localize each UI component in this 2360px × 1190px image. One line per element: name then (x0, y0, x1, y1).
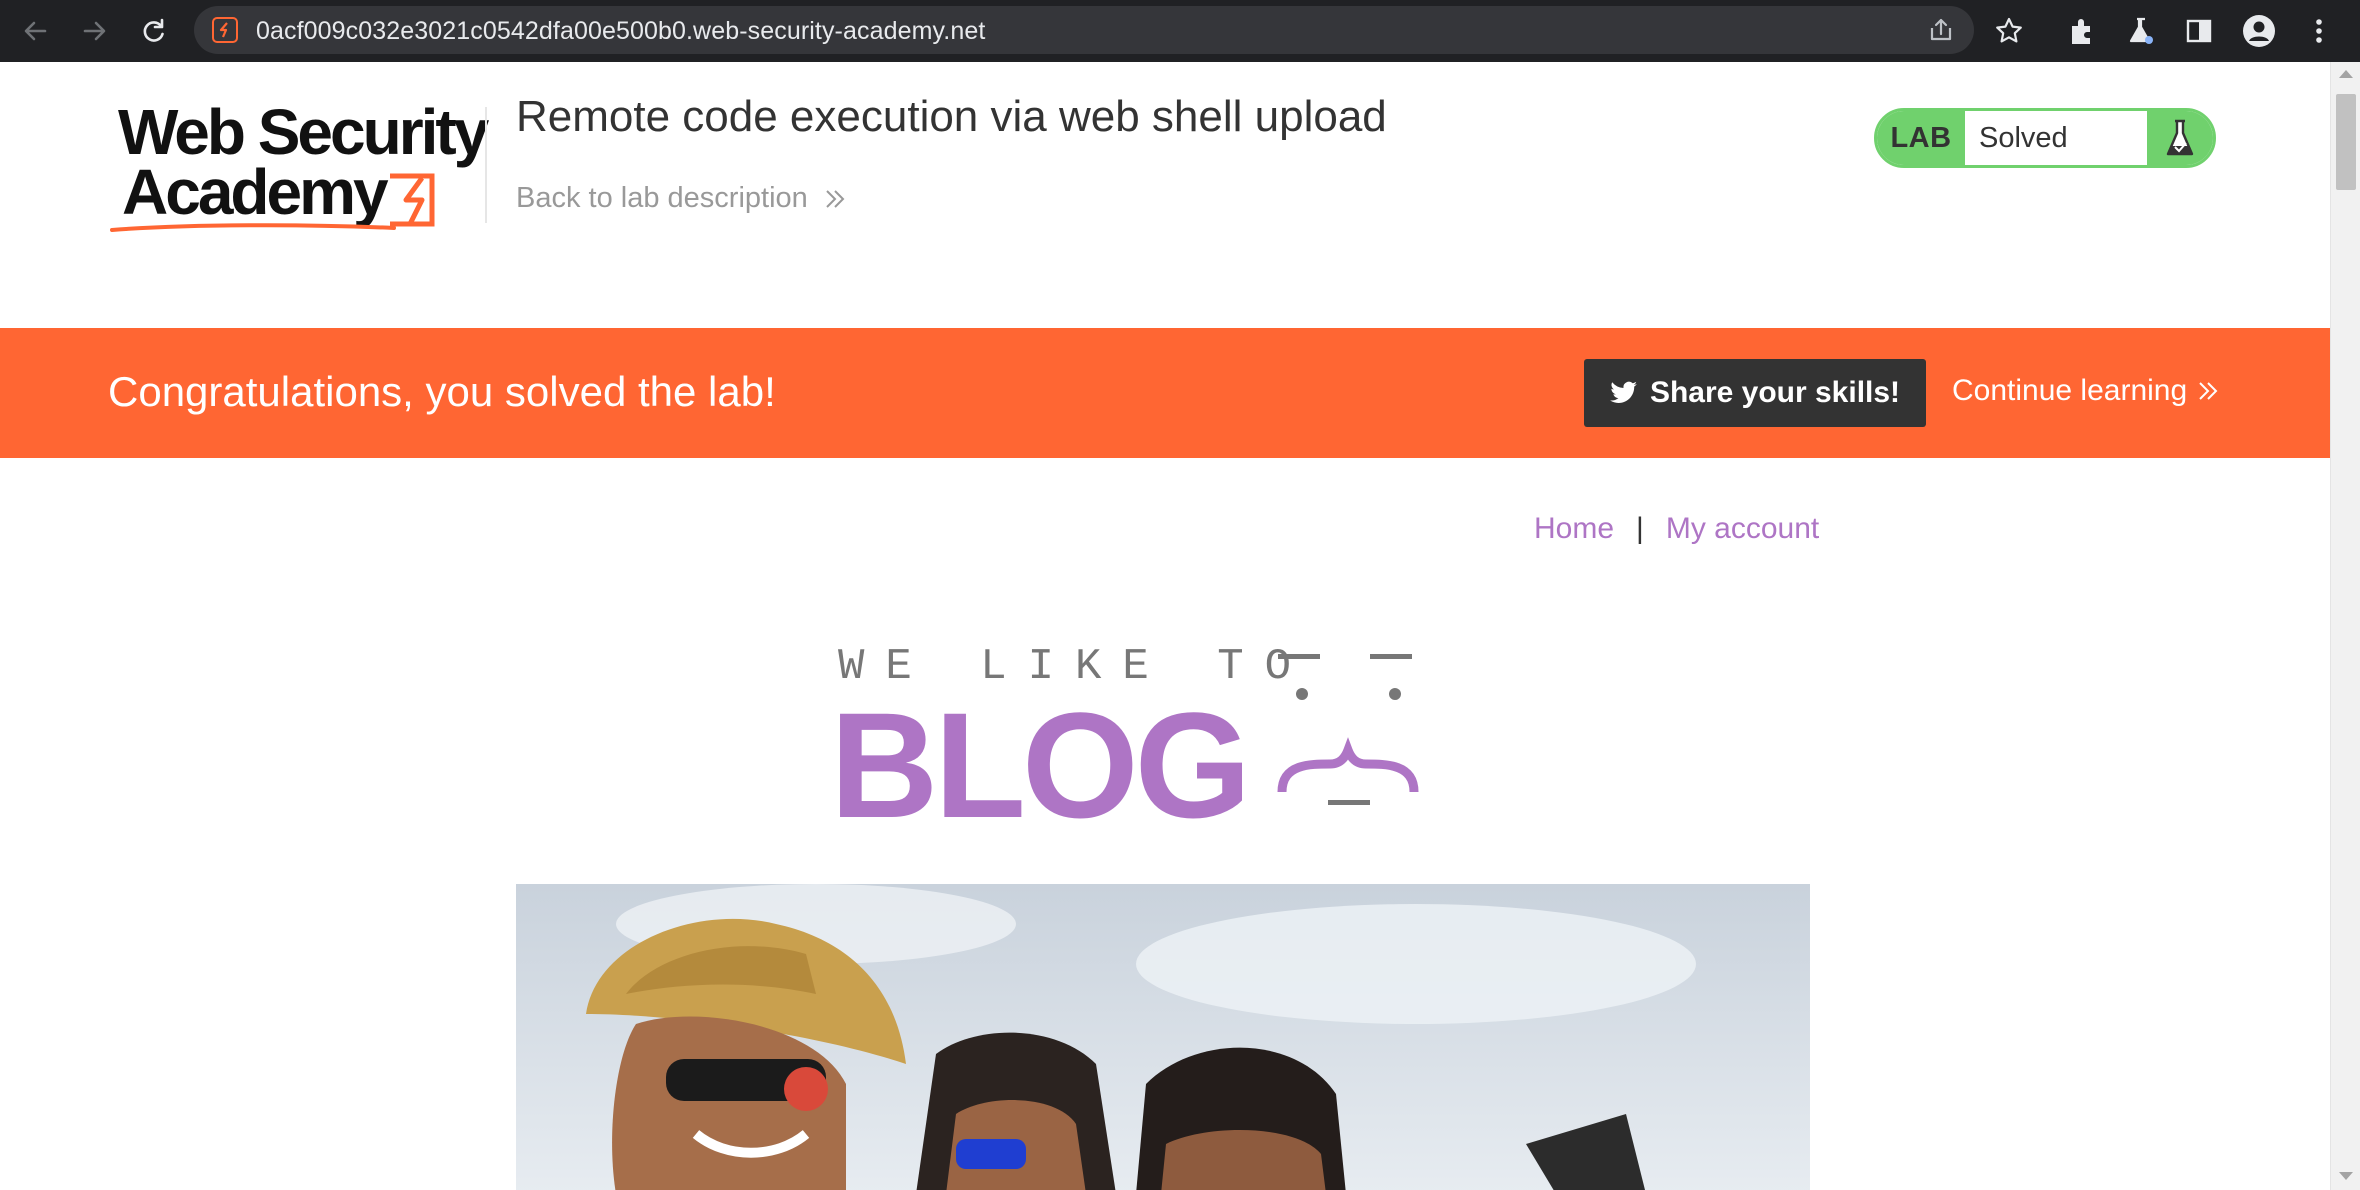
continue-learning-label: Continue learning (1952, 374, 2188, 407)
blog-logo-word: BLOG (830, 681, 1251, 849)
logo-swoosh-icon (110, 223, 396, 232)
lab-tag: LAB (1877, 111, 1965, 165)
extensions-puzzle-icon[interactable] (2062, 10, 2104, 52)
logo-text-line1: Web Security (118, 96, 489, 168)
back-to-lab-description-link[interactable]: Back to lab description (516, 182, 848, 215)
address-bar[interactable]: 0acf009c032e3021c0542dfa00e500b0.web-sec… (194, 6, 1974, 54)
blog-logo: WE LIKE TO BLOG (830, 642, 1510, 902)
double-chevron-right-icon (2199, 382, 2218, 400)
lab-solved-banner: Congratulations, you solved the lab! Sha… (0, 328, 2330, 458)
blog-logo-face-icon (1277, 654, 1419, 805)
scrollbar-thumb[interactable] (2336, 94, 2356, 190)
bookmark-star-icon[interactable] (1988, 10, 2030, 52)
hero-photo-illustration (516, 884, 1810, 1190)
share-button-label: Share your skills! (1649, 376, 1901, 409)
side-panel-icon[interactable] (2178, 10, 2220, 52)
twitter-icon (1609, 381, 1637, 403)
blog-post-hero-image[interactable] (516, 884, 1810, 1190)
continue-learning-link[interactable]: Continue learning (1952, 374, 2221, 408)
share-icon[interactable] (1926, 15, 1956, 45)
double-chevron-right-icon (826, 189, 845, 208)
lab-status-value: Solved (1979, 121, 2068, 154)
browser-toolbar: 0acf009c032e3021c0542dfa00e500b0.web-sec… (0, 0, 2360, 62)
blog-navigation: Home | My account (1534, 512, 1819, 546)
nav-separator: | (1636, 512, 1644, 545)
page-scrollbar[interactable] (2330, 62, 2360, 1190)
url-text[interactable]: 0acf009c032e3021c0542dfa00e500b0.web-sec… (256, 17, 985, 46)
menu-kebab-icon[interactable] (2298, 10, 2340, 52)
reload-icon[interactable] (132, 10, 174, 52)
congratulations-message: Congratulations, you solved the lab! (108, 368, 776, 415)
forward-arrow-icon[interactable] (74, 10, 116, 52)
page-viewport: Web Security Academy Remote code executi… (0, 62, 2330, 1190)
profile-avatar-icon[interactable] (2238, 10, 2280, 52)
back-arrow-icon[interactable] (14, 10, 56, 52)
lab-title: Remote code execution via web shell uplo… (516, 92, 1387, 141)
header-divider (485, 107, 487, 223)
flask-icon (2147, 111, 2213, 165)
labs-flask-icon[interactable] (2120, 10, 2162, 52)
nav-my-account-link[interactable]: My account (1666, 512, 1819, 546)
site-favicon-icon (212, 17, 238, 43)
lab-status-widget: LAB Solved (1874, 108, 2216, 168)
nav-home-link[interactable]: Home (1534, 512, 1614, 546)
logo-text-line2: Academy (122, 156, 389, 228)
web-security-academy-logo[interactable]: Web Security Academy (108, 96, 489, 240)
scroll-up-arrow-icon[interactable] (2339, 70, 2353, 78)
share-skills-button[interactable]: Share your skills! (1584, 359, 1926, 427)
back-link-label: Back to lab description (516, 182, 808, 214)
scroll-down-arrow-icon[interactable] (2339, 1172, 2353, 1180)
